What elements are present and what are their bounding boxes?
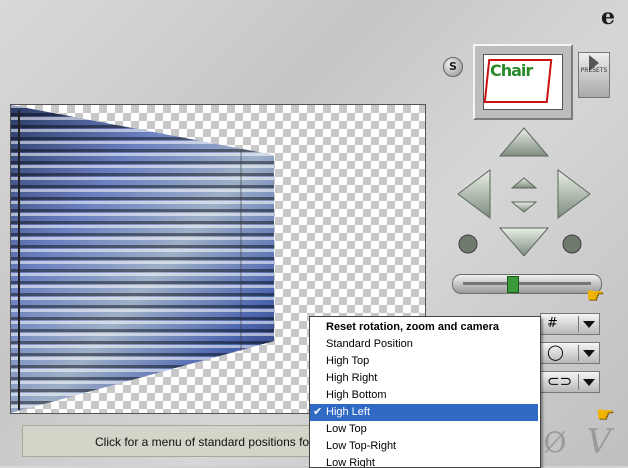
menu-item-low-right[interactable]: Low Right (310, 455, 538, 467)
preview-image: Chair (483, 54, 563, 110)
rotate-down-button[interactable] (498, 227, 550, 256)
chevron-down-icon (583, 350, 595, 357)
hand-pointer-icon: ☛ (586, 283, 604, 307)
blinds-slats (11, 105, 274, 413)
preview-thumbnail[interactable]: Chair (473, 44, 573, 120)
axis-mode-dropdown[interactable]: ⊂⊃ (540, 371, 600, 393)
rotate-cw-icon (562, 234, 582, 254)
app-logo: e (601, 4, 615, 30)
zoom-track (463, 282, 591, 285)
menu-item-high-bottom[interactable]: High Bottom (310, 387, 538, 404)
menu-item-low-top[interactable]: Low Top (310, 421, 538, 438)
snapshot-button[interactable]: S (443, 57, 463, 77)
standard-positions-menu: Reset rotation, zoom and camera Standard… (309, 316, 541, 468)
ok-button[interactable]: V (582, 424, 616, 460)
rotate-ccw-button[interactable] (458, 234, 478, 254)
camera-navigation (457, 127, 591, 256)
orbit-icon: ◯ (547, 343, 564, 361)
grid-icon: # (547, 316, 558, 331)
arrow-left-icon (457, 169, 491, 219)
presets-label: PRESETS (580, 67, 608, 74)
menu-item-high-top[interactable]: High Top (310, 353, 538, 370)
menu-item-low-top-right[interactable]: Low Top-Right (310, 438, 538, 455)
arrow-right-icon (557, 169, 591, 219)
arrow-down-icon (498, 227, 550, 256)
check-icon: ✔ (313, 406, 323, 418)
rotate-cw-button[interactable] (562, 234, 582, 254)
menu-item-standard-position[interactable]: Standard Position (310, 336, 538, 353)
chevron-down-icon (583, 379, 595, 386)
floor-grid-dropdown[interactable]: # (540, 313, 600, 335)
zoom-knob[interactable] (506, 276, 519, 293)
arrow-up-icon (498, 127, 550, 157)
center-down-button[interactable] (510, 201, 538, 213)
menu-item-high-right[interactable]: High Right (310, 370, 538, 387)
cancel-button[interactable]: Ø (540, 428, 570, 458)
axis-icon: ⊂⊃ (547, 372, 573, 390)
rotation-mode-dropdown[interactable]: ◯ (540, 342, 600, 364)
small-down-icon (510, 201, 538, 213)
status-hint: Click for a menu of standard positions f… (22, 425, 328, 457)
center-up-button[interactable] (510, 177, 538, 189)
rotate-right-button[interactable] (557, 169, 591, 219)
menu-item-reset[interactable]: Reset rotation, zoom and camera (310, 319, 538, 336)
rotate-up-button[interactable] (498, 127, 550, 157)
rotate-left-button[interactable] (457, 169, 491, 219)
chevron-down-icon (583, 321, 595, 328)
zoom-slider[interactable] (452, 274, 602, 294)
preview-title: Chair (490, 61, 533, 80)
presets-button[interactable]: PRESETS (578, 52, 610, 98)
menu-item-high-left[interactable]: ✔ High Left (310, 404, 538, 421)
small-up-icon (510, 177, 538, 189)
rotate-ccw-icon (458, 234, 478, 254)
menu-item-label: High Left (326, 406, 371, 418)
